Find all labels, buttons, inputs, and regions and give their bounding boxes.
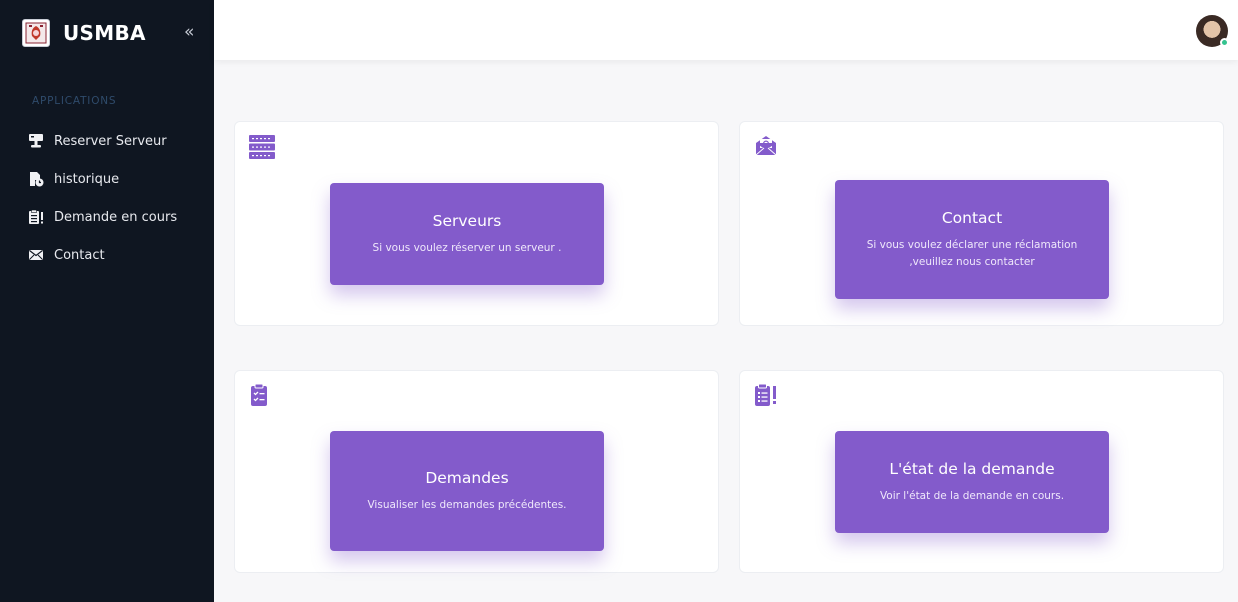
card-etat-demande: L'état de la demande Voir l'état de la d…	[739, 370, 1224, 573]
card-serveurs: Serveurs Si vous voulez réserver un serv…	[234, 121, 719, 326]
document-clock-icon	[28, 171, 44, 187]
tile-title: Contact	[941, 208, 1003, 227]
card-contact: Contact Si vous voulez déclarer une récl…	[739, 121, 1224, 326]
tile-title: Demandes	[425, 468, 509, 487]
tile-description: Si vous voulez déclarer une réclamation …	[866, 238, 1078, 268]
usmba-logo-icon	[22, 19, 50, 47]
etat-demande-tile-button[interactable]: L'état de la demande Voir l'état de la d…	[835, 431, 1109, 533]
sidebar-item-contact[interactable]: Contact	[28, 236, 177, 274]
server-tower-icon	[28, 133, 44, 149]
tile-title: L'état de la demande	[889, 459, 1055, 478]
brand-name: USMBA	[63, 21, 146, 45]
sidebar-item-demande-en-cours[interactable]: Demande en cours	[28, 198, 177, 236]
user-avatar[interactable]	[1196, 15, 1229, 47]
section-title: APPLICATIONS	[32, 95, 117, 107]
clipboard-list-icon	[754, 383, 778, 407]
tile-description: Si vous voulez réserver un serveur .	[372, 241, 562, 254]
server-rack-icon	[249, 134, 275, 159]
sidebar-item-reserver-serveur[interactable]: Reserver Serveur	[28, 122, 177, 160]
sidebar-nav: Reserver Serveur historique Demande en c…	[28, 122, 177, 274]
sidebar-item-label: Reserver Serveur	[54, 133, 167, 149]
brand[interactable]: USMBA	[0, 0, 214, 66]
serveurs-tile-button[interactable]: Serveurs Si vous voulez réserver un serv…	[330, 183, 604, 285]
tile-description: Visualiser les demandes précédentes.	[367, 498, 567, 511]
clipboard-check-icon	[249, 383, 273, 407]
envelope-icon	[28, 247, 44, 263]
card-demandes: Demandes Visualiser les demandes précéde…	[234, 370, 719, 573]
online-status-dot	[1220, 38, 1229, 47]
clipboard-list-icon	[28, 209, 44, 225]
tile-description: Voir l'état de la demande en cours.	[879, 489, 1065, 502]
sidebar-item-historique[interactable]: historique	[28, 160, 177, 198]
collapse-sidebar-button[interactable]: «	[184, 22, 194, 42]
contact-tile-button[interactable]: Contact Si vous voulez déclarer une récl…	[835, 180, 1109, 299]
tile-title: Serveurs	[432, 211, 502, 230]
demandes-tile-button[interactable]: Demandes Visualiser les demandes précéde…	[330, 431, 604, 551]
topbar	[214, 0, 1238, 60]
sidebar-item-label: historique	[54, 171, 120, 187]
sidebar: USMBA « APPLICATIONS Reserver Serveur hi…	[0, 0, 214, 602]
sidebar-item-label: Contact	[54, 247, 105, 263]
envelope-at-icon	[754, 134, 778, 158]
sidebar-item-label: Demande en cours	[54, 209, 178, 225]
